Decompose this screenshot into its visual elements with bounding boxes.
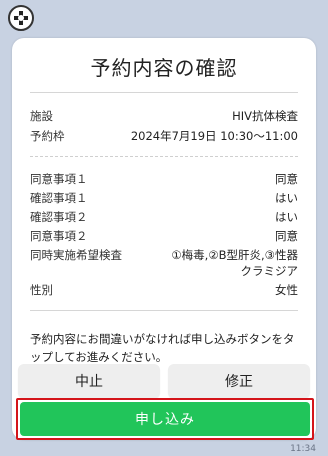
- note-divider: [30, 310, 298, 311]
- apply-button[interactable]: 申し込み: [20, 402, 310, 436]
- answer-row: 性別 女性: [30, 282, 298, 298]
- answer-label: 同意事項１: [30, 172, 88, 186]
- answer-value: 同意: [275, 172, 298, 186]
- answer-label: 同意事項２: [30, 229, 88, 243]
- slot-label: 予約枠: [30, 129, 65, 143]
- status-time: 11:34: [290, 444, 316, 454]
- section-divider: [30, 156, 298, 157]
- answer-label: 確認事項２: [30, 210, 88, 224]
- answer-value: 同意: [275, 229, 298, 243]
- answer-value: はい: [275, 210, 298, 224]
- answer-row: 確認事項２ はい: [30, 209, 298, 225]
- slot-row: 予約枠 2024年7月19日 10:30～11:00: [30, 128, 298, 144]
- top-bar: [0, 0, 328, 36]
- title-divider: [30, 92, 298, 93]
- answer-row: 同意事項１ 同意: [30, 171, 298, 187]
- slot-value: 2024年7月19日 10:30～11:00: [130, 129, 298, 143]
- answer-value: はい: [275, 191, 298, 205]
- answer-label: 同時実施希望検査: [30, 248, 122, 262]
- instruction-text: 予約内容にお間違いがなければ申し込みボタンをタップしてお進みください。: [30, 332, 295, 364]
- answer-value: 女性: [275, 283, 298, 297]
- confirmation-card: 予約内容の確認 施設 HIV抗体検査 予約枠 2024年7月19日 10:30～…: [12, 38, 316, 440]
- answer-row: 同時実施希望検査 ①梅毒,②B型肝炎,③性器クラミジア: [30, 247, 298, 279]
- edit-button[interactable]: 修正: [168, 364, 310, 398]
- facility-row: 施設 HIV抗体検査: [30, 108, 298, 124]
- logo-icon: [8, 5, 34, 31]
- cancel-button[interactable]: 中止: [18, 364, 160, 398]
- answer-label: 性別: [30, 283, 53, 297]
- answer-label: 確認事項１: [30, 191, 88, 205]
- facility-value: HIV抗体検査: [232, 109, 298, 123]
- answer-row: 確認事項１ はい: [30, 190, 298, 206]
- answer-row: 同意事項２ 同意: [30, 228, 298, 244]
- answer-value: ①梅毒,②B型肝炎,③性器クラミジア: [171, 248, 298, 278]
- page-title: 予約内容の確認: [90, 56, 238, 80]
- facility-label: 施設: [30, 109, 53, 123]
